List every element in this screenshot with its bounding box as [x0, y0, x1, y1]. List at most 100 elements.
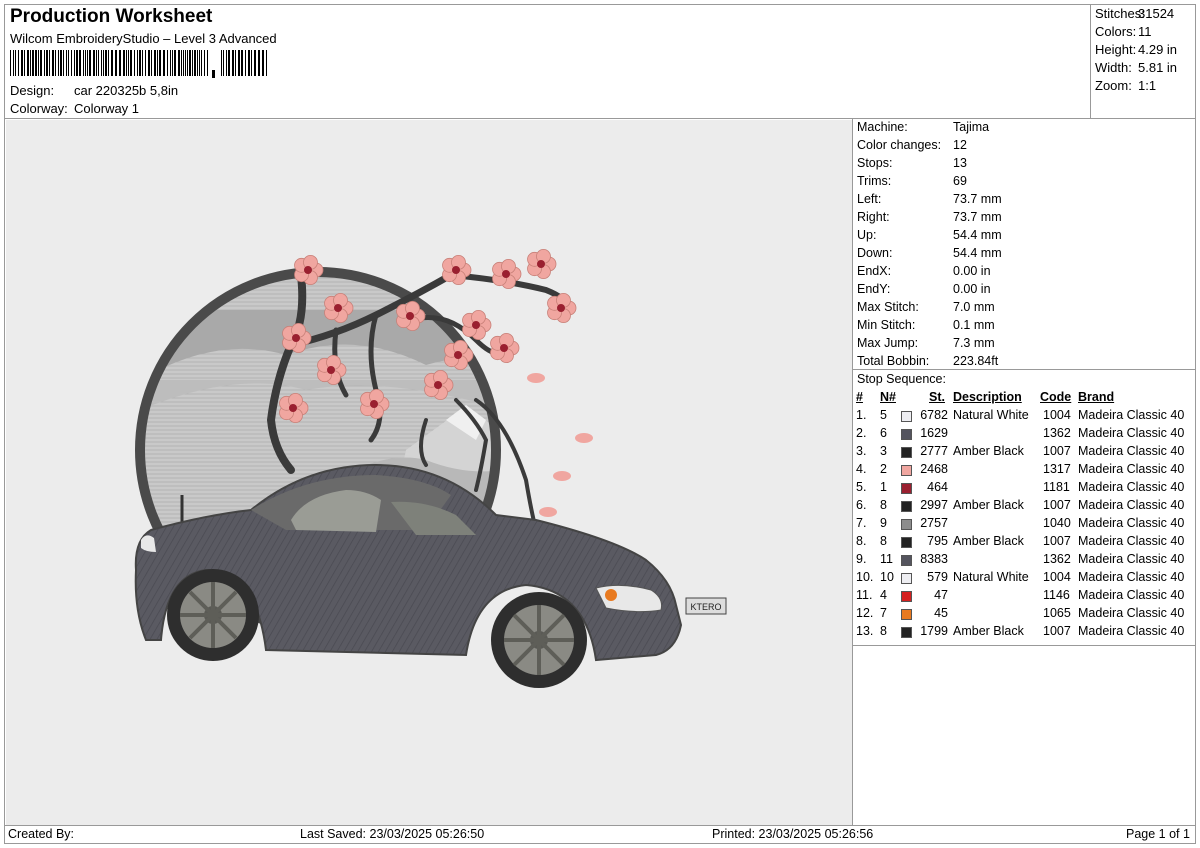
stat-height: Height: 4.29 in — [1095, 42, 1178, 57]
row-code: 1007 — [1043, 498, 1071, 512]
table-row: 4. 2 2468 1317 Madeira Classic 40 — [853, 462, 1196, 480]
table-row: 10. 10 579 Natural White 1004 Madeira Classic… — [853, 570, 1196, 588]
row-stitches: 45 — [934, 606, 948, 620]
row-code: 1065 — [1043, 606, 1071, 620]
colorway-label: Colorway: — [10, 101, 68, 116]
row-brand: Madeira Classic 40 — [1078, 624, 1185, 638]
row-description: Natural White — [953, 570, 1029, 584]
row-needle: 10 — [880, 570, 894, 584]
divider — [4, 825, 1196, 826]
row-code: 1007 — [1043, 624, 1071, 638]
color-swatch — [901, 501, 912, 512]
info-label: EndY: — [857, 282, 891, 296]
row-needle: 5 — [880, 408, 887, 422]
row-brand: Madeira Classic 40 — [1078, 588, 1185, 602]
row-stitches: 464 — [927, 480, 948, 494]
info-row: Trims: 69 — [857, 174, 967, 188]
color-swatch — [901, 537, 912, 548]
footer-created-by: Created By: — [8, 827, 75, 841]
row-num: 8. — [856, 534, 867, 548]
front-wheel — [491, 592, 587, 688]
row-num: 6. — [856, 498, 867, 512]
info-label: Min Stitch: — [857, 318, 916, 332]
row-code: 1007 — [1043, 534, 1071, 548]
row-code: 1317 — [1043, 462, 1071, 476]
row-num: 11. — [856, 588, 873, 602]
row-code: 1146 — [1043, 588, 1070, 602]
row-stitches: 2468 — [920, 462, 948, 476]
info-label: Up: — [857, 228, 877, 242]
info-label: EndX: — [857, 264, 892, 278]
row-stitches: 2777 — [920, 444, 948, 458]
row-num: 5. — [856, 480, 867, 494]
row-needle: 4 — [880, 588, 887, 602]
col-code-header: Code — [1040, 390, 1072, 404]
color-swatch — [901, 519, 912, 530]
row-needle: 8 — [880, 624, 887, 638]
info-row: Max Stitch: 7.0 mm — [857, 300, 995, 314]
table-row: 3. 3 2777 Amber Black 1007 Madeira Classic 40 — [853, 444, 1196, 462]
info-value: 54.4 mm — [953, 228, 1002, 242]
license-plate: KTERO — [690, 602, 721, 612]
design-label: Design: — [10, 83, 55, 98]
row-code: 1181 — [1043, 480, 1070, 494]
row-num: 3. — [856, 444, 867, 458]
page-title: Production Worksheet — [10, 6, 213, 27]
info-row: EndX: 0.00 in — [857, 264, 991, 278]
row-stitches: 8383 — [920, 552, 948, 566]
table-row: 12. 7 45 1065 Madeira Classic 40 — [853, 606, 1196, 624]
row-num: 7. — [856, 516, 867, 530]
machine-info-panel: Machine: Tajima Color changes: 12 Stops: 13 Tr… — [853, 118, 1196, 368]
color-swatch — [901, 573, 912, 584]
stat-colors: Colors: 11 — [1095, 24, 1152, 39]
divider — [853, 369, 1196, 370]
row-num: 13. — [856, 624, 874, 638]
software-subtitle: Wilcom EmbroideryStudio – Level 3 Advanc… — [10, 31, 277, 46]
color-swatch — [901, 465, 912, 476]
design-value: car 220325b 5,8in — [74, 83, 179, 98]
table-row: 13. 8 1799 Amber Black 1007 Madeira Classic 4… — [853, 624, 1196, 642]
stat-zoom: Zoom: 1:1 — [1095, 78, 1157, 93]
row-stitches: 795 — [927, 534, 948, 548]
row-num: 12. — [856, 606, 874, 620]
footer-page: Page 1 of 1 — [1126, 827, 1190, 841]
stats-box: Stitches: 31524 Colors: 11 Height: 4.29 in … — [1090, 4, 1197, 118]
row-code: 1004 — [1043, 570, 1071, 584]
table-row: 11. 4 47 1146 Madeira Classic 40 — [853, 588, 1196, 606]
stop-sequence-title: Stop Sequence: — [857, 372, 946, 386]
row-needle: 11 — [880, 552, 893, 566]
row-brand: Madeira Classic 40 — [1078, 426, 1185, 440]
info-row: Up: 54.4 mm — [857, 228, 1002, 242]
color-swatch — [901, 447, 912, 458]
row-description: Natural White — [953, 408, 1029, 422]
row-num: 2. — [856, 426, 867, 440]
info-label: Right: — [857, 210, 890, 224]
info-label: Max Jump: — [857, 336, 919, 350]
info-value: 7.3 mm — [953, 336, 995, 350]
row-needle: 7 — [880, 606, 887, 620]
row-stitches: 1799 — [920, 624, 948, 638]
design-preview: KTERO — [6, 120, 852, 825]
info-label: Color changes: — [857, 138, 942, 152]
row-description: Amber Black — [953, 444, 1024, 458]
row-code: 1040 — [1043, 516, 1071, 530]
stat-width: Width: 5.81 in — [1095, 60, 1178, 75]
info-row: Down: 54.4 mm — [857, 246, 1002, 260]
row-stitches: 1629 — [920, 426, 948, 440]
row-brand: Madeira Classic 40 — [1078, 480, 1185, 494]
row-needle: 8 — [880, 534, 887, 548]
info-label: Machine: — [857, 120, 908, 134]
col-num-header: # — [856, 390, 863, 404]
row-needle: 9 — [880, 516, 887, 530]
table-row: 9. 11 8383 1362 Madeira Classic 40 — [853, 552, 1196, 570]
row-brand: Madeira Classic 40 — [1078, 570, 1185, 584]
info-value: 73.7 mm — [953, 210, 1002, 224]
row-num: 4. — [856, 462, 867, 476]
table-row: 2. 6 1629 1362 Madeira Classic 40 — [853, 426, 1196, 444]
color-swatch — [901, 627, 912, 638]
info-row: Right: 73.7 mm — [857, 210, 1002, 224]
colorway-value: Colorway 1 — [74, 101, 140, 116]
info-value: 0.00 in — [953, 264, 991, 278]
row-needle: 3 — [880, 444, 887, 458]
row-brand: Madeira Classic 40 — [1078, 444, 1185, 458]
